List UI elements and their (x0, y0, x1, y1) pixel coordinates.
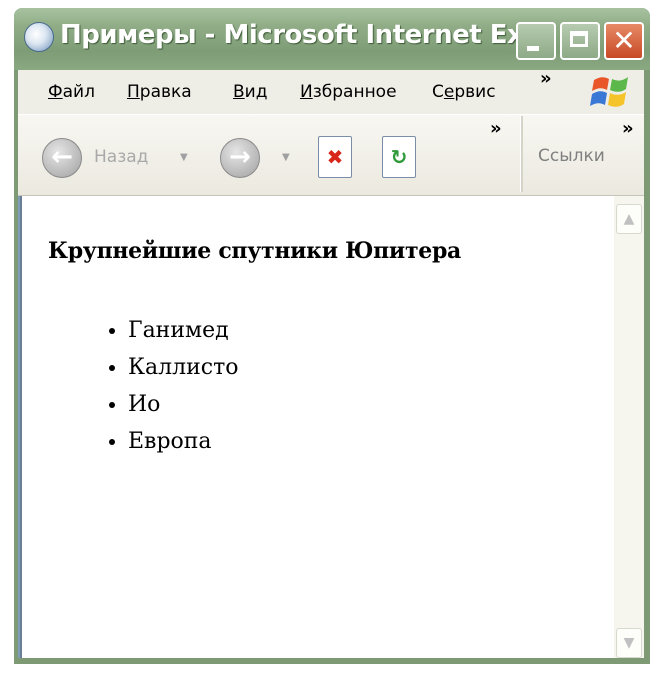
menu-favorites[interactable]: Избранное (300, 82, 397, 102)
menu-favorites-label: збранное (312, 82, 397, 102)
back-button[interactable]: ← (42, 138, 82, 178)
vertical-scrollbar[interactable]: ▲ ▼ (614, 196, 644, 658)
maximize-icon (570, 31, 588, 47)
menu-view[interactable]: Вид (233, 82, 267, 102)
minimize-icon (527, 46, 539, 51)
window-title: Примеры - Microsoft Internet Ex... (60, 20, 552, 50)
menu-tools-label: рвис (454, 82, 496, 102)
scroll-up-button[interactable]: ▲ (616, 204, 642, 234)
page-heading: Крупнейшие спутники Юпитера (48, 238, 462, 264)
scroll-down-button[interactable]: ▼ (616, 628, 642, 658)
toolbar-separator (520, 116, 523, 192)
forward-dropdown-icon[interactable]: ▼ (282, 152, 290, 163)
links-overflow-chevron[interactable]: » (622, 118, 634, 139)
refresh-icon: ↻ (390, 145, 408, 169)
back-dropdown-icon[interactable]: ▼ (180, 152, 188, 163)
menu-tools[interactable]: Сервис (432, 82, 496, 102)
window-bottom-border (14, 658, 650, 664)
menu-favorites-accel: И (300, 82, 313, 102)
refresh-button[interactable]: ↻ (382, 136, 416, 178)
menu-tools-prefix: С (432, 82, 444, 102)
moon-list: Ганимед Каллисто Ио Европа (90, 312, 239, 460)
forward-button[interactable]: → (220, 138, 260, 178)
list-item: Ио (128, 386, 239, 423)
menu-edit-accel: П (127, 82, 140, 102)
menu-file-accel: Ф (48, 82, 63, 102)
list-item: Каллисто (128, 349, 239, 386)
forward-arrow-icon: → (229, 142, 251, 172)
window-left-border (14, 70, 18, 664)
minimize-button[interactable] (516, 22, 556, 60)
back-label[interactable]: Назад (94, 147, 148, 167)
back-arrow-icon: ← (51, 142, 73, 172)
menu-tools-accel: е (443, 82, 455, 102)
links-label[interactable]: Ссылки (538, 146, 605, 166)
menu-edit[interactable]: Правка (127, 82, 192, 102)
close-icon: ✕ (612, 24, 636, 57)
maximize-button[interactable] (560, 22, 600, 60)
stop-button[interactable]: ✖ (318, 136, 352, 178)
chevron-up-icon: ▲ (623, 211, 635, 227)
menu-edit-label: равка (139, 82, 192, 102)
menu-view-accel: В (233, 82, 245, 102)
list-item: Европа (128, 423, 239, 460)
toolbar-overflow-chevron[interactable]: » (490, 118, 502, 139)
menu-overflow-chevron[interactable]: » (540, 68, 552, 89)
close-button[interactable]: ✕ (604, 22, 644, 60)
menu-file[interactable]: Файл (48, 82, 95, 102)
window-right-border (644, 70, 650, 664)
stop-icon: ✖ (326, 145, 344, 169)
windows-logo-icon (590, 77, 628, 107)
menu-view-label: ид (244, 82, 268, 102)
menu-file-label: айл (62, 82, 95, 102)
list-item: Ганимед (128, 312, 239, 349)
ie-globe-icon (24, 22, 54, 52)
chevron-down-icon: ▼ (623, 635, 635, 651)
